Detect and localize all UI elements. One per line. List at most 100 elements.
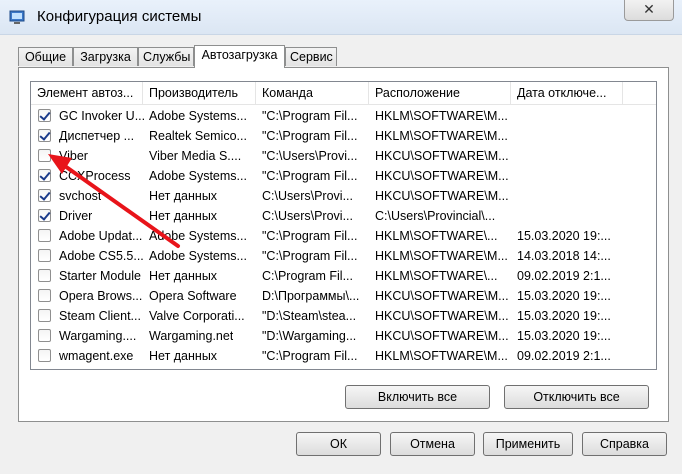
cell-vendor: Adobe Systems...	[149, 109, 247, 123]
window-title: Конфигурация системы	[37, 8, 202, 25]
startup-item-checkbox[interactable]	[38, 329, 51, 342]
cell-command: "C:\Program Fil...	[262, 109, 358, 123]
tab-startup[interactable]: Автозагрузка	[194, 45, 285, 68]
tab-services[interactable]: Службы	[138, 47, 194, 66]
cell-date: 09.02.2019 2:1...	[517, 269, 611, 283]
startup-item-checkbox[interactable]	[38, 249, 51, 262]
cell-command: "C:\Program Fil...	[262, 169, 358, 183]
table-row[interactable]: Adobe CS5.5... Adobe Systems... "C:\Progra…	[31, 246, 656, 266]
startup-item-checkbox[interactable]	[38, 209, 51, 222]
cell-item: Wargaming....	[59, 329, 137, 343]
cell-command: "C:\Program Fil...	[262, 129, 358, 143]
cell-command: D:\Программы\...	[262, 289, 360, 303]
tab-general[interactable]: Общие	[18, 47, 73, 66]
cell-location: HKCU\SOFTWARE\M...	[375, 149, 509, 163]
startup-item-checkbox[interactable]	[38, 349, 51, 362]
table-row[interactable]: Диспетчер ... Realtek Semico... "C:\Progra…	[31, 126, 656, 146]
list-header: Элемент автоз... Производитель Команда Р…	[31, 82, 656, 105]
table-row[interactable]: GC Invoker U... Adobe Systems... "C:\Progr…	[31, 106, 656, 126]
startup-item-checkbox[interactable]	[38, 169, 51, 182]
table-row[interactable]: Adobe Updat... Adobe Systems... "C:\Progra…	[31, 226, 656, 246]
table-row[interactable]: Opera Brows... Opera Software D:\Программы…	[31, 286, 656, 306]
cell-location: HKCU\SOFTWARE\M...	[375, 309, 509, 323]
cell-command: "D:\Steam\stea...	[262, 309, 357, 323]
cell-date: 15.03.2020 19:...	[517, 289, 611, 303]
cell-vendor: Adobe Systems...	[149, 169, 247, 183]
cell-location: HKLM\SOFTWARE\...	[375, 229, 498, 243]
cell-item: Adobe Updat...	[59, 229, 143, 243]
cell-vendor: Adobe Systems...	[149, 249, 247, 263]
table-row[interactable]: wmagent.exe Нет данных "C:\Program Fil... H…	[31, 346, 656, 366]
close-icon: ✕	[643, 1, 655, 17]
cell-item: CCXProcess	[59, 169, 131, 183]
cell-item: Opera Brows...	[59, 289, 143, 303]
startup-item-checkbox[interactable]	[38, 309, 51, 322]
cell-item: svchost	[59, 189, 102, 203]
cell-location: HKCU\SOFTWARE\M...	[375, 169, 509, 183]
startup-item-checkbox[interactable]	[38, 229, 51, 242]
table-row[interactable]: Starter Module Нет данных C:\Program Fil..…	[31, 266, 656, 286]
disable-all-button[interactable]: Отключить все	[504, 385, 649, 409]
cell-item: wmagent.exe	[59, 349, 134, 363]
cell-location: HKCU\SOFTWARE\M...	[375, 329, 509, 343]
cell-vendor: Нет данных	[149, 209, 218, 223]
startup-item-checkbox[interactable]	[38, 189, 51, 202]
title-bar: Конфигурация системы ✕	[0, 0, 682, 35]
cell-vendor: Adobe Systems...	[149, 229, 247, 243]
column-header-location[interactable]: Расположение	[369, 82, 511, 104]
table-row[interactable]: svchost Нет данных C:\Users\Provi... HKCU\S…	[31, 186, 656, 206]
table-row[interactable]: CCXProcess Adobe Systems... "C:\Program Fi…	[31, 166, 656, 186]
ok-button[interactable]: ОК	[296, 432, 381, 456]
cell-date: 15.03.2020 19:...	[517, 309, 611, 323]
tab-tools[interactable]: Сервис	[285, 47, 337, 66]
cell-command: "C:\Program Fil...	[262, 229, 358, 243]
cell-location: HKLM\SOFTWARE\M...	[375, 129, 508, 143]
cell-location: HKLM\SOFTWARE\M...	[375, 109, 508, 123]
cancel-button[interactable]: Отмена	[390, 432, 475, 456]
startup-item-checkbox[interactable]	[38, 109, 51, 122]
cell-vendor: Нет данных	[149, 189, 218, 203]
column-header-date[interactable]: Дата отключе...	[511, 82, 623, 104]
table-row[interactable]: Driver Нет данных C:\Users\Provi... C:\User…	[31, 206, 656, 226]
startup-item-checkbox[interactable]	[38, 149, 51, 162]
close-button[interactable]: ✕	[624, 0, 674, 21]
table-row[interactable]: Wargaming.... Wargaming.net "D:\Wargaming.…	[31, 326, 656, 346]
column-header-vendor[interactable]: Производитель	[143, 82, 256, 104]
cell-vendor: Viber Media S....	[149, 149, 242, 163]
table-row[interactable]: Steam Client... Valve Corporati... "D:\Ste…	[31, 306, 656, 326]
cell-command: "C:\Program Fil...	[262, 249, 358, 263]
cell-date: 14.03.2018 14:...	[517, 249, 611, 263]
cell-item: GC Invoker U...	[59, 109, 146, 123]
startup-item-checkbox[interactable]	[38, 269, 51, 282]
cell-command: "D:\Wargaming...	[262, 329, 357, 343]
cell-command: C:\Program Fil...	[262, 269, 353, 283]
startup-item-checkbox[interactable]	[38, 289, 51, 302]
column-header-command[interactable]: Команда	[256, 82, 369, 104]
cell-date: 09.02.2019 2:1...	[517, 349, 611, 363]
cell-item: Viber	[59, 149, 88, 163]
startup-item-checkbox[interactable]	[38, 129, 51, 142]
cell-command: C:\Users\Provi...	[262, 209, 353, 223]
help-button[interactable]: Справка	[582, 432, 667, 456]
tab-boot[interactable]: Загрузка	[73, 47, 138, 66]
cell-location: HKCU\SOFTWARE\M...	[375, 289, 509, 303]
startup-items-list[interactable]: Элемент автоз... Производитель Команда Р…	[30, 81, 657, 370]
cell-vendor: Wargaming.net	[149, 329, 234, 343]
cell-vendor: Realtek Semico...	[149, 129, 247, 143]
cell-location: C:\Users\Provincial\...	[375, 209, 496, 223]
cell-vendor: Нет данных	[149, 269, 218, 283]
cell-command: C:\Users\Provi...	[262, 189, 353, 203]
cell-location: HKLM\SOFTWARE\...	[375, 269, 498, 283]
apply-button[interactable]: Применить	[483, 432, 573, 456]
cell-location: HKLM\SOFTWARE\M...	[375, 249, 508, 263]
cell-location: HKLM\SOFTWARE\M...	[375, 349, 508, 363]
system-config-icon	[9, 10, 25, 24]
cell-vendor: Valve Corporati...	[149, 309, 245, 323]
cell-date: 15.03.2020 19:...	[517, 329, 611, 343]
cell-item: Steam Client...	[59, 309, 141, 323]
table-row[interactable]: Viber Viber Media S.... "C:\Users\Provi...…	[31, 146, 656, 166]
enable-all-button[interactable]: Включить все	[345, 385, 490, 409]
cell-date: 15.03.2020 19:...	[517, 229, 611, 243]
column-header-item[interactable]: Элемент автоз...	[31, 82, 143, 104]
cell-vendor: Нет данных	[149, 349, 218, 363]
